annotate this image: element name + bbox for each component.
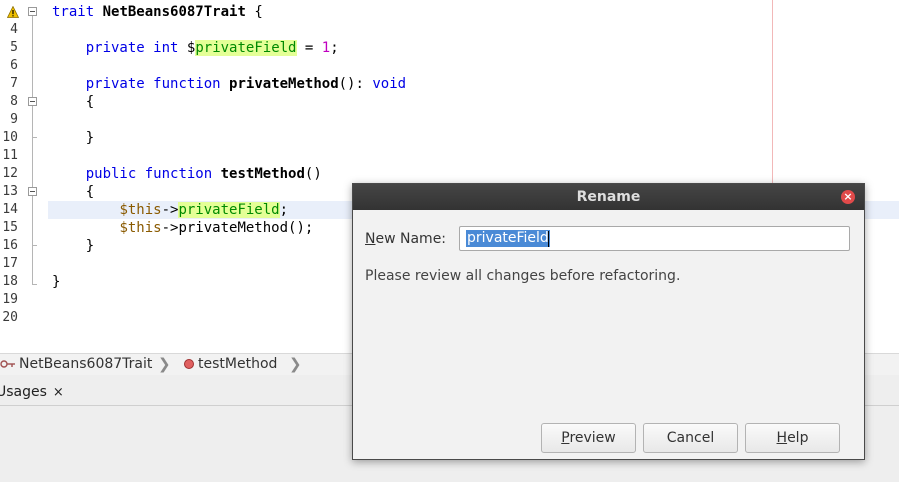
fold-end bbox=[32, 284, 37, 285]
button-label: review bbox=[569, 430, 616, 446]
breadcrumb-label: NetBeans6087Trait bbox=[19, 356, 153, 372]
field-usage: privateField bbox=[178, 202, 280, 218]
mnemonic: H bbox=[776, 430, 788, 446]
line-number: 11 bbox=[2, 148, 18, 163]
line-number: 14 bbox=[2, 202, 18, 217]
method-name: privateMethod bbox=[229, 76, 339, 92]
text-caret bbox=[548, 231, 549, 247]
fold-toggle-icon[interactable] bbox=[28, 7, 37, 16]
keyword: private bbox=[85, 40, 145, 56]
line-number: 18 bbox=[2, 274, 18, 289]
arrow: -> bbox=[161, 202, 179, 218]
brace: } bbox=[52, 274, 61, 290]
dialog-title: Rename bbox=[576, 189, 641, 205]
keyword: public bbox=[85, 166, 137, 182]
new-name-value: privateField bbox=[466, 230, 550, 247]
brace: } bbox=[85, 238, 95, 254]
close-icon[interactable]: × bbox=[53, 385, 64, 400]
breadcrumb-item-method[interactable]: testMethod bbox=[184, 355, 277, 374]
cancel-button[interactable]: Cancel bbox=[643, 423, 738, 453]
code-line-16: } bbox=[52, 237, 94, 255]
dialog-titlebar[interactable]: Rename × bbox=[353, 184, 864, 210]
signature: (): bbox=[338, 76, 373, 92]
code-line-18: } bbox=[52, 273, 60, 291]
review-message: Please review all changes before refacto… bbox=[365, 268, 681, 284]
semicolon: ; bbox=[279, 202, 289, 218]
tab-label: Usages bbox=[0, 384, 47, 400]
code-line-15: $this->privateMethod(); bbox=[52, 219, 313, 237]
line-number: 19 bbox=[2, 292, 18, 307]
code-line-7: private function privateMethod(): void bbox=[52, 75, 406, 93]
line-number: 16 bbox=[2, 238, 18, 253]
code-line-14: $this->privateField; bbox=[52, 201, 288, 219]
this-variable: $this bbox=[119, 220, 162, 236]
operator: = bbox=[296, 40, 322, 56]
code-line-5: private int $privateField = 1; bbox=[52, 39, 339, 57]
line-number: 7 bbox=[10, 76, 18, 91]
fold-end bbox=[32, 137, 37, 138]
method-name: testMethod bbox=[220, 166, 305, 182]
fold-guide bbox=[32, 16, 33, 284]
preview-button[interactable]: Preview bbox=[541, 423, 636, 453]
keyword: int bbox=[153, 40, 179, 56]
keyword: function bbox=[144, 166, 213, 182]
line-number: 15 bbox=[2, 220, 18, 235]
parens: () bbox=[304, 166, 322, 182]
help-button[interactable]: Help bbox=[745, 423, 840, 453]
label-text: ew Name: bbox=[375, 231, 447, 247]
chevron-right-icon: ❯ bbox=[289, 355, 302, 373]
new-name-input[interactable]: privateField bbox=[459, 226, 850, 251]
line-number: 4 bbox=[10, 22, 18, 37]
code-line-4: trait NetBeans6087Trait { bbox=[52, 3, 263, 21]
number-literal: 1 bbox=[321, 40, 331, 56]
line-number: 17 bbox=[2, 256, 18, 271]
this-variable: $this bbox=[119, 202, 162, 218]
warning-icon[interactable] bbox=[7, 6, 19, 18]
button-label: elp bbox=[787, 430, 809, 446]
field-declaration: privateField bbox=[195, 40, 297, 56]
fold-toggle-icon[interactable] bbox=[28, 97, 37, 106]
breadcrumb-label: testMethod bbox=[198, 356, 278, 372]
method-call: ->privateMethod(); bbox=[161, 220, 314, 236]
semicolon: ; bbox=[330, 40, 339, 56]
brace: { bbox=[254, 4, 263, 20]
line-number: 9 bbox=[10, 112, 18, 127]
close-icon[interactable]: × bbox=[841, 190, 855, 204]
editor-gutter: 4 5 6 7 8 9 10 11 12 13 14 15 16 17 18 1… bbox=[0, 0, 48, 353]
code-line-12: public function testMethod() bbox=[52, 165, 322, 183]
line-number: 6 bbox=[10, 58, 18, 73]
tab-usages[interactable]: Usages × bbox=[0, 381, 70, 403]
keyword: void bbox=[372, 76, 407, 92]
code-text[interactable]: trait NetBeans6087Trait { private int $p… bbox=[52, 3, 406, 290]
brace: { bbox=[85, 94, 95, 110]
line-number: 5 bbox=[10, 40, 18, 55]
chevron-right-icon: ❯ bbox=[158, 355, 171, 373]
new-name-label: New Name: bbox=[365, 231, 446, 247]
line-number: 13 bbox=[2, 184, 18, 199]
breadcrumb-item-trait[interactable]: NetBeans6087Trait bbox=[0, 355, 152, 374]
code-line-8: { bbox=[52, 93, 94, 111]
mnemonic: N bbox=[365, 231, 376, 247]
keyword: function bbox=[153, 76, 221, 92]
code-line-13: { bbox=[52, 183, 94, 201]
line-number: 12 bbox=[2, 166, 18, 181]
keyword: private bbox=[85, 76, 145, 92]
line-number: 20 bbox=[2, 310, 18, 325]
trait-name: NetBeans6087Trait bbox=[102, 4, 246, 20]
fold-toggle-icon[interactable] bbox=[28, 187, 37, 196]
brace: { bbox=[85, 184, 95, 200]
code-line-10: } bbox=[52, 129, 94, 147]
rename-dialog: Rename × New Name: privateField Please r… bbox=[352, 183, 865, 460]
line-number: 10 bbox=[2, 130, 18, 145]
method-icon bbox=[184, 359, 194, 369]
trait-icon bbox=[0, 360, 15, 368]
line-number: 8 bbox=[10, 94, 18, 109]
fold-end bbox=[32, 245, 37, 246]
keyword: trait bbox=[52, 4, 95, 20]
brace: } bbox=[85, 130, 95, 146]
